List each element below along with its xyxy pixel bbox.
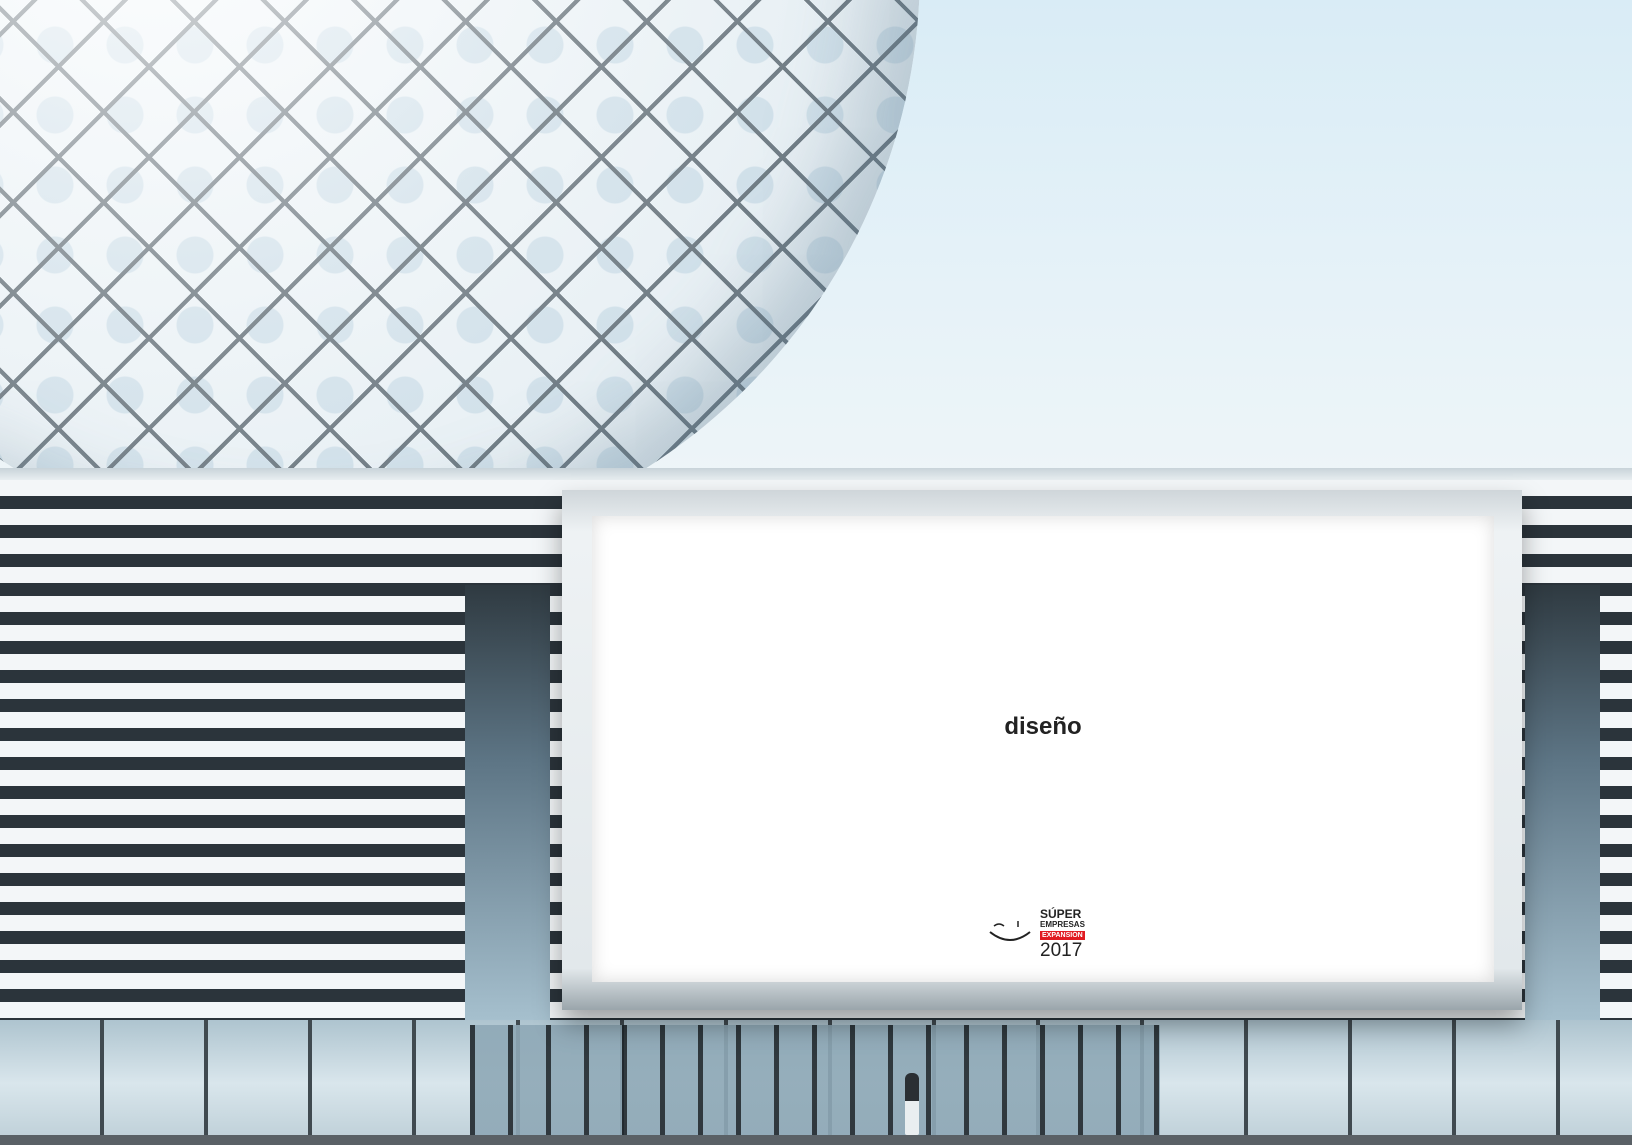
logo-line1: SÚPER xyxy=(1040,907,1082,921)
logo-line3: EXPANSIÓN xyxy=(1040,931,1085,940)
person-silhouette xyxy=(905,1073,919,1135)
entrance-doors xyxy=(470,1025,1160,1135)
glass-column-right xyxy=(1525,585,1600,1025)
billboard-panel: diseño SÚPER EMPRESAS EXPANSIÓN 2017 xyxy=(592,516,1494,982)
smile-icon xyxy=(989,921,1031,941)
building-billboard-scene: diseño SÚPER EMPRESAS EXPANSIÓN 2017 xyxy=(0,0,1632,1145)
super-empresas-logo: SÚPER EMPRESAS EXPANSIÓN 2017 xyxy=(988,908,1098,960)
glass-column-left xyxy=(465,585,550,1025)
logo-text: SÚPER EMPRESAS EXPANSIÓN 2017 xyxy=(1040,908,1085,960)
logo-year: 2017 xyxy=(1040,940,1083,961)
pavement xyxy=(0,1135,1632,1145)
logo-line2: EMPRESAS xyxy=(1040,920,1085,929)
billboard-headline: diseño xyxy=(1004,713,1082,740)
